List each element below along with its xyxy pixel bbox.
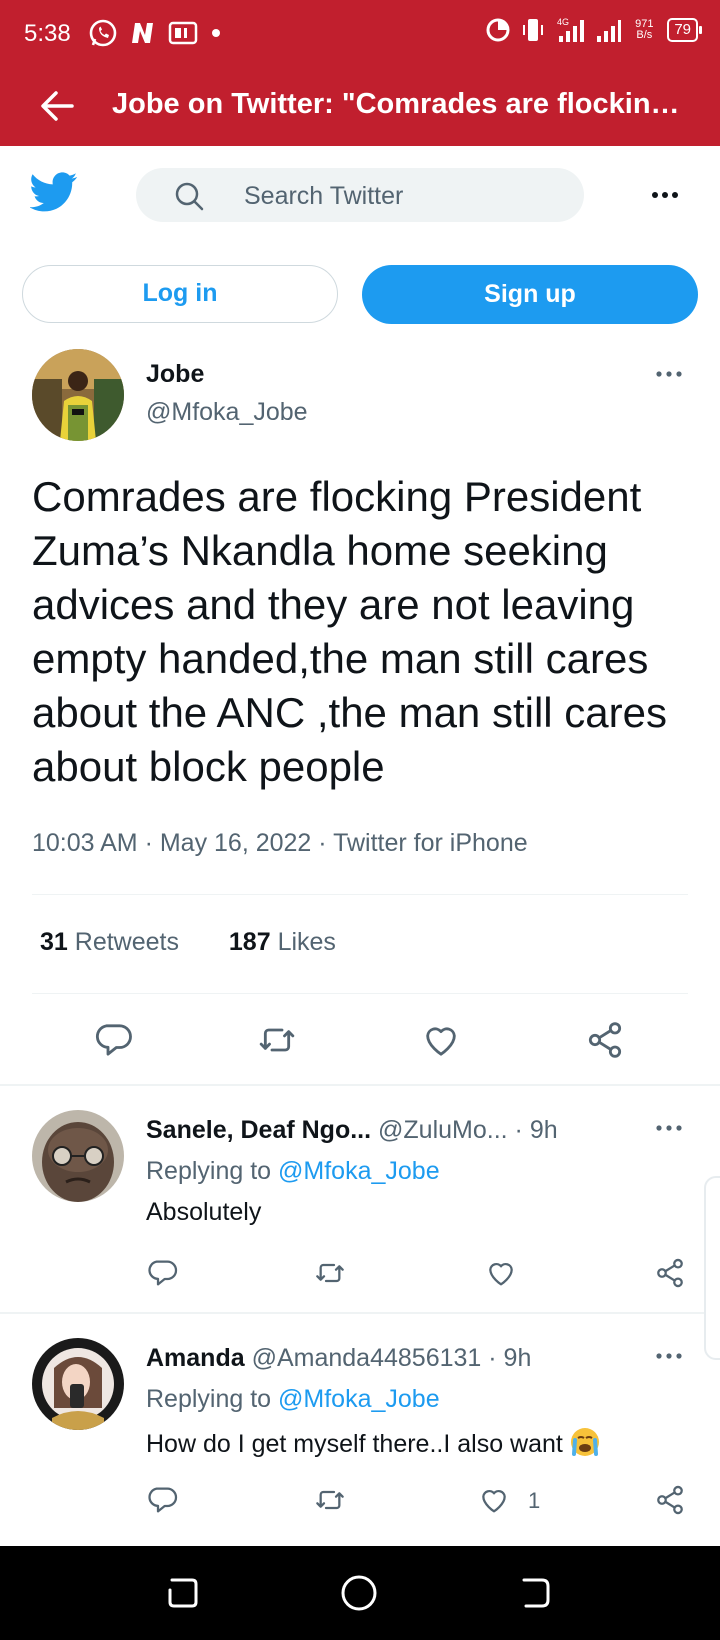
browser-top-bar: 5:38 4G 971 B/s 79 Jobe on Twitter: "Com… <box>0 0 720 146</box>
netflix-icon <box>130 21 156 45</box>
reply-icon[interactable] <box>146 1484 178 1516</box>
twitter-logo-icon[interactable] <box>29 172 78 214</box>
search-icon <box>175 182 204 211</box>
reply-author-handle[interactable]: @Amanda44856131 <box>252 1344 482 1372</box>
login-button[interactable]: Log in <box>22 265 338 323</box>
title-bar: Jobe on Twitter: "Comrades are flocking … <box>0 66 720 146</box>
retweet-count[interactable]: 31 Retweets <box>40 928 179 956</box>
network-speed: 971 B/s <box>635 18 654 41</box>
arrow-left-icon <box>41 91 74 121</box>
reply-header: Sanele, Deaf Ngo... @ZuluMo... · 9h <box>146 1116 558 1145</box>
replying-to-link[interactable]: @Mfoka_Jobe <box>278 1157 440 1185</box>
author-avatar[interactable] <box>32 349 124 441</box>
reply-icon[interactable] <box>93 1020 133 1060</box>
reply-author-name[interactable]: Amanda <box>146 1344 245 1372</box>
signal-icon <box>595 17 622 43</box>
reply-text: How do I get myself there..I also want <box>146 1430 563 1458</box>
battery-indicator: 79 <box>667 18 702 42</box>
status-bar: 5:38 4G 971 B/s 79 <box>0 0 720 66</box>
svg-text:4G: 4G <box>557 17 569 27</box>
author-handle[interactable]: @Mfoka_Jobe <box>146 398 308 427</box>
share-icon[interactable] <box>585 1020 625 1060</box>
divider <box>32 894 688 895</box>
retweet-icon[interactable] <box>257 1020 297 1060</box>
tweet-stats: 31 Retweets 187 Likes <box>40 928 336 957</box>
retweet-icon[interactable] <box>314 1484 346 1516</box>
reply-avatar[interactable] <box>32 1110 124 1202</box>
vibrate-icon <box>521 17 545 43</box>
status-left-icons <box>88 18 222 48</box>
recent-apps-button[interactable] <box>162 1572 204 1614</box>
share-icon[interactable] <box>654 1257 686 1289</box>
reply-like-count[interactable]: 1 <box>528 1488 540 1514</box>
retweet-icon[interactable] <box>314 1257 346 1289</box>
replying-to: Replying to @Mfoka_Jobe <box>146 1385 440 1413</box>
like-icon[interactable] <box>485 1257 517 1289</box>
reply-author-handle[interactable]: @ZuluMo... <box>378 1116 508 1144</box>
reply-text-row: How do I get myself there..I also want <box>146 1426 601 1459</box>
reply-header: Amanda @Amanda44856131 · 9h <box>146 1344 531 1373</box>
status-time: 5:38 <box>24 20 71 47</box>
share-icon[interactable] <box>654 1484 686 1516</box>
recent-apps-icon <box>168 1578 198 1608</box>
reply-text: Absolutely <box>146 1198 262 1226</box>
divider <box>0 1312 720 1314</box>
reply-time[interactable]: · 9h <box>515 1116 558 1144</box>
whatsapp-icon <box>88 18 118 48</box>
data-saver-icon <box>485 17 511 43</box>
author-name[interactable]: Jobe <box>146 360 204 389</box>
notification-dot-icon <box>210 27 222 39</box>
like-icon[interactable] <box>421 1020 461 1060</box>
status-right-icons: 4G 971 B/s 79 <box>485 16 702 44</box>
reply-icon[interactable] <box>146 1257 178 1289</box>
reply-more-icon[interactable] <box>652 1341 686 1371</box>
like-icon[interactable] <box>478 1484 510 1516</box>
mobile-money-icon <box>168 20 198 46</box>
back-button[interactable] <box>36 84 80 128</box>
reply-author-name[interactable]: Sanele, Deaf Ngo... <box>146 1116 371 1144</box>
like-count[interactable]: 187 Likes <box>229 928 336 956</box>
crying-face-emoji-icon <box>569 1426 601 1458</box>
back-nav-button[interactable] <box>514 1572 556 1614</box>
system-navigation-bar <box>0 1546 720 1640</box>
home-button[interactable] <box>338 1572 380 1614</box>
replying-to: Replying to @Mfoka_Jobe <box>146 1157 440 1185</box>
scroll-handle[interactable] <box>704 1176 720 1360</box>
divider <box>32 993 688 994</box>
more-options-icon[interactable] <box>648 180 682 210</box>
tweet-text: Comrades are flocking President Zuma’s N… <box>32 473 667 790</box>
tweet-metadata[interactable]: 10:03 AM · May 16, 2022 · Twitter for iP… <box>32 829 528 858</box>
divider <box>0 1084 720 1086</box>
reply-time[interactable]: · 9h <box>488 1344 531 1372</box>
signal-4g-icon: 4G <box>555 16 585 44</box>
signup-button[interactable]: Sign up <box>362 265 698 324</box>
tweet-more-icon[interactable] <box>652 364 686 384</box>
search-input[interactable] <box>242 168 566 224</box>
reply-more-icon[interactable] <box>652 1113 686 1143</box>
search-bar[interactable] <box>136 168 584 224</box>
home-circle-icon <box>341 1575 377 1611</box>
reply-avatar[interactable] <box>32 1338 124 1430</box>
page-title: Jobe on Twitter: "Comrades are flocking … <box>112 88 692 120</box>
back-nav-icon <box>522 1578 550 1608</box>
replying-to-link[interactable]: @Mfoka_Jobe <box>278 1385 440 1413</box>
